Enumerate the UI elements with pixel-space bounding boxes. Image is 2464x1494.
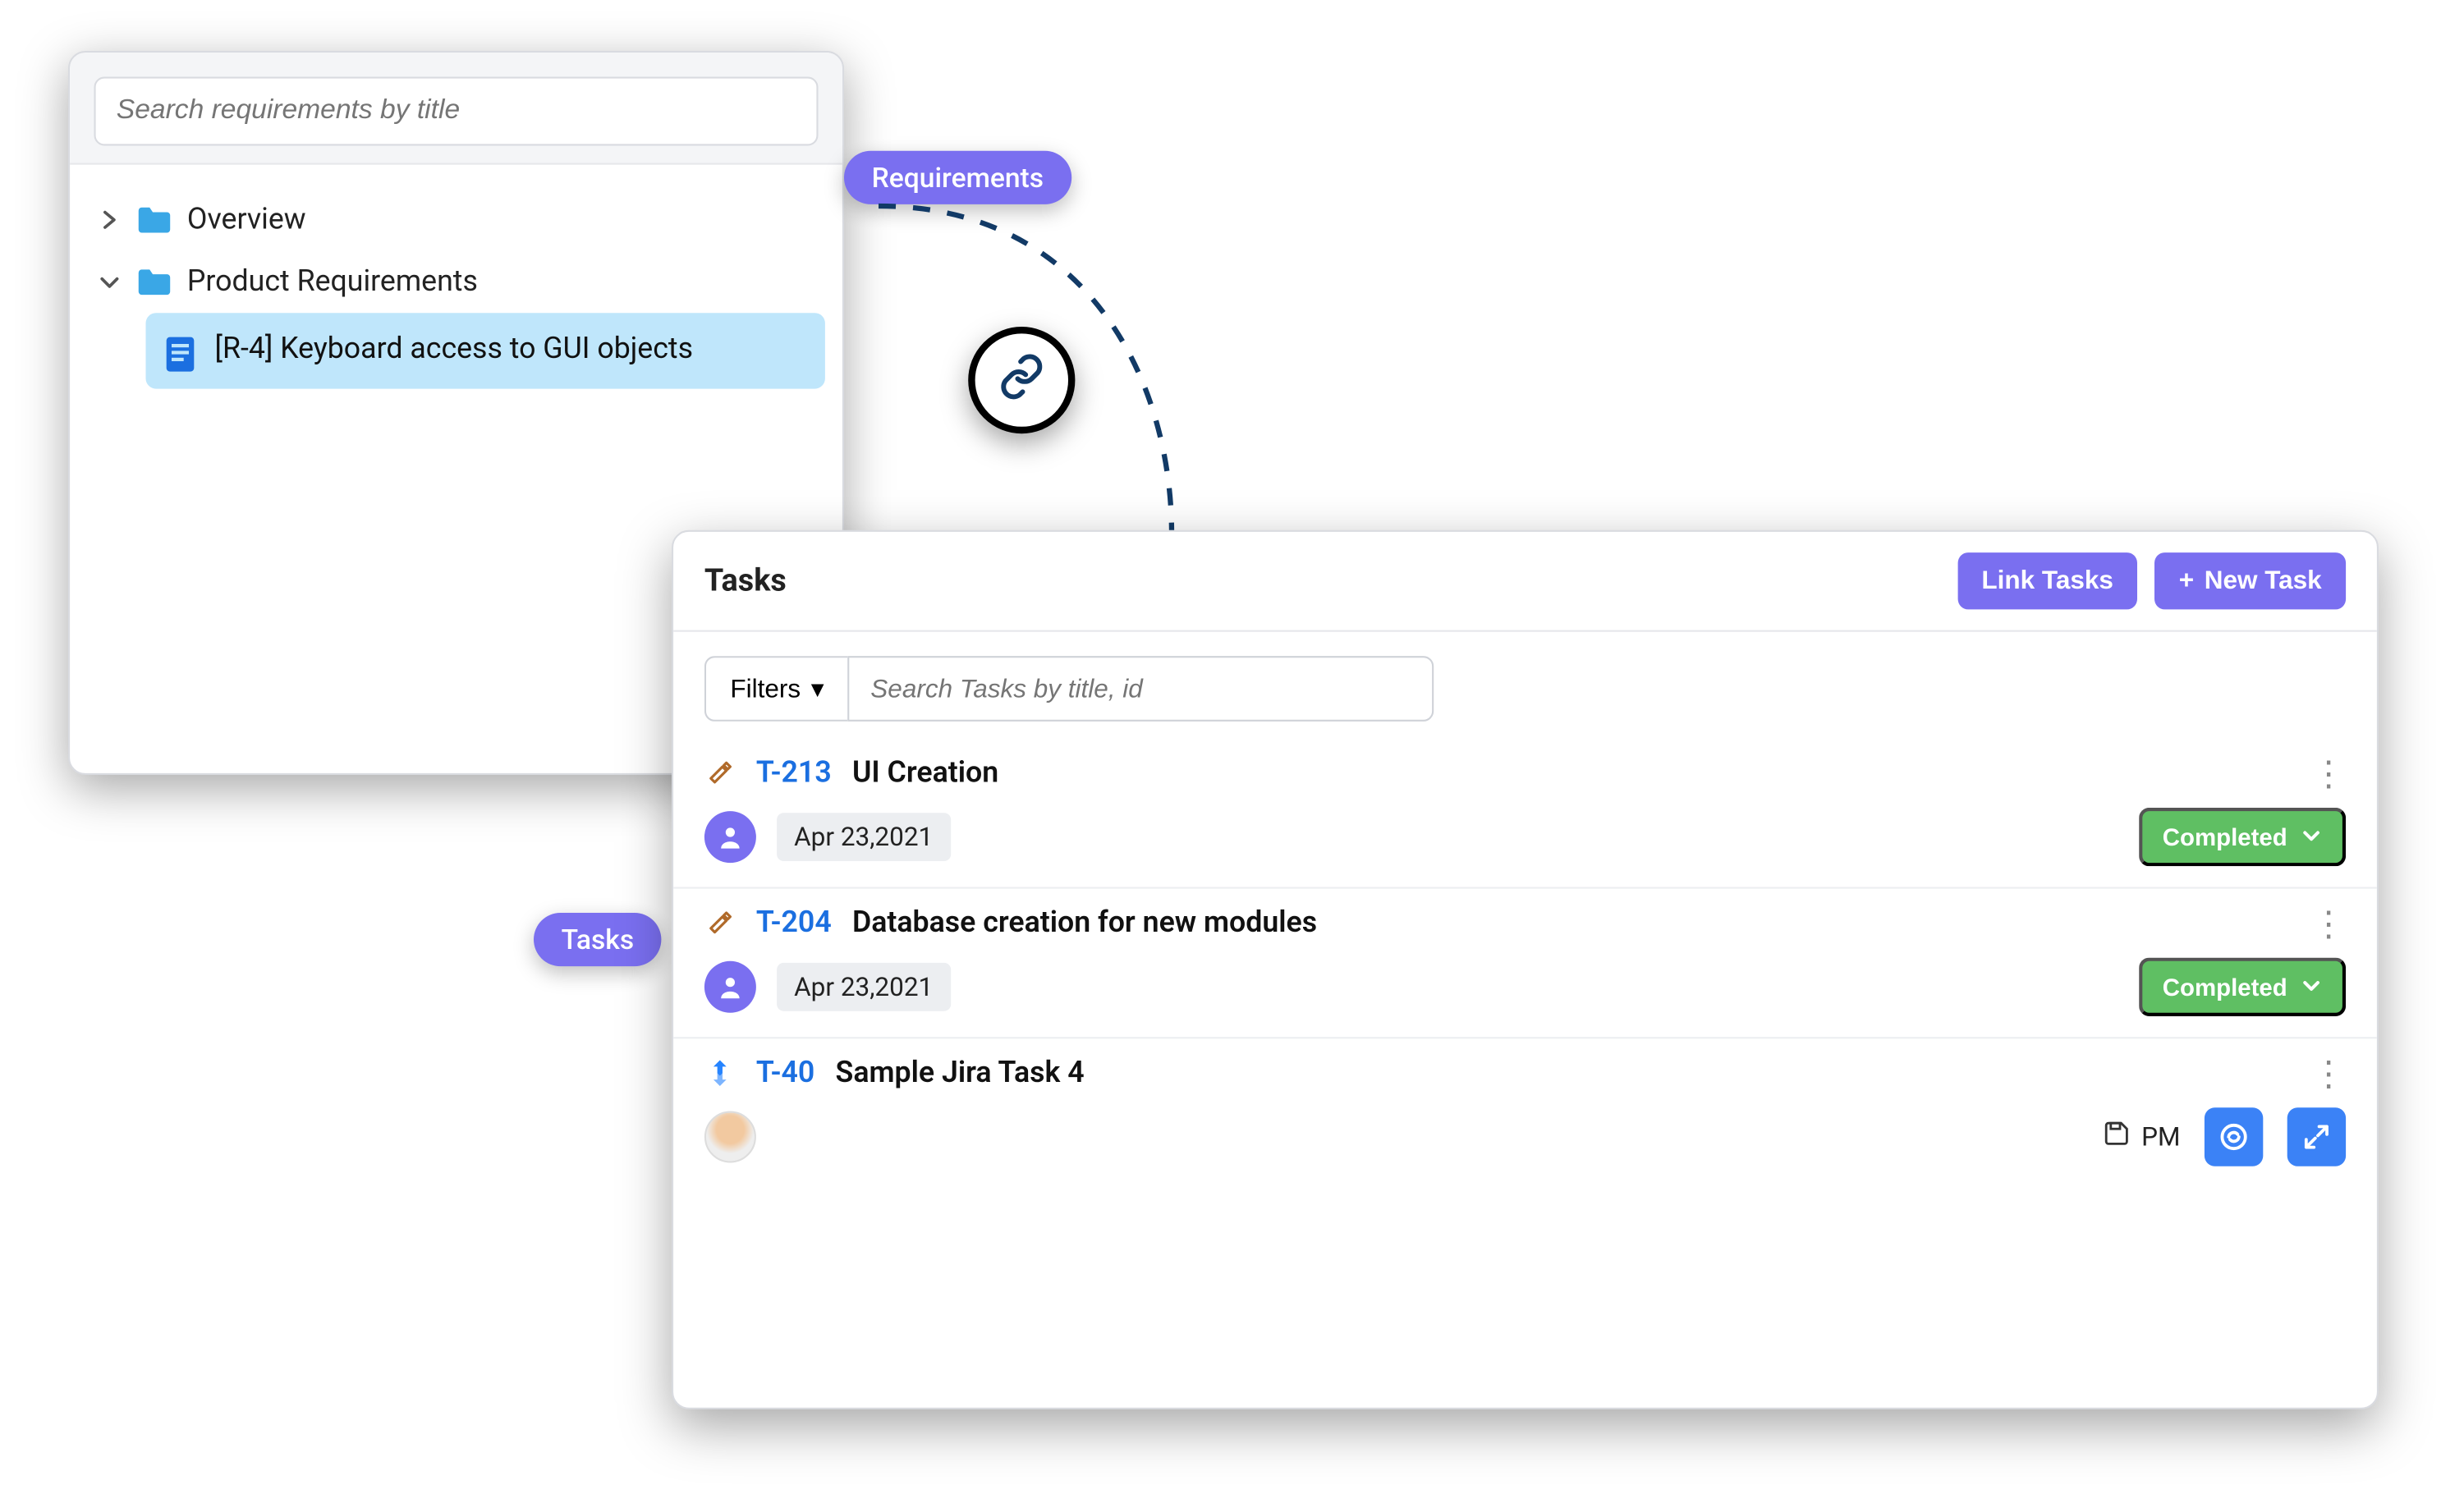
- requirement-item-label: [R-4] Keyboard access to GUI objects: [215, 330, 694, 369]
- kebab-menu-icon[interactable]: ⋮: [2311, 756, 2346, 791]
- task-title: Database creation for new modules: [852, 906, 1317, 941]
- task-item[interactable]: T-40 Sample Jira Task 4 ⋮ PM: [673, 1037, 2377, 1187]
- chevron-right-icon: [98, 208, 122, 231]
- status-label: Completed: [2163, 823, 2287, 851]
- tree-item-label: Overview: [187, 203, 306, 237]
- hammer-icon: [704, 758, 736, 789]
- link-icon: [998, 352, 1046, 407]
- task-title: UI Creation: [852, 756, 998, 791]
- assignee-avatar[interactable]: [704, 1111, 756, 1163]
- plus-icon: +: [2179, 566, 2194, 596]
- status-label: Completed: [2163, 974, 2287, 1001]
- requirement-item-selected[interactable]: [R-4] Keyboard access to GUI objects: [146, 313, 825, 388]
- tasks-search-input[interactable]: [848, 656, 1434, 722]
- task-list: T-213 UI Creation ⋮ Apr 23,2021 Complete…: [673, 739, 2377, 1408]
- kebab-menu-icon[interactable]: ⋮: [2311, 906, 2346, 941]
- sync-button[interactable]: [2205, 1107, 2263, 1166]
- kebab-menu-icon[interactable]: ⋮: [2311, 1056, 2346, 1090]
- tree-item-label: Product Requirements: [187, 264, 478, 299]
- new-task-button[interactable]: + New Task: [2154, 552, 2346, 609]
- tasks-toolbar: Filters ▾: [673, 632, 2377, 739]
- pm-label: PM: [2104, 1120, 2181, 1154]
- jira-icon: [704, 1057, 736, 1088]
- due-date-badge: Apr 23,2021: [777, 813, 950, 861]
- document-icon: [163, 333, 197, 371]
- due-date-badge: Apr 23,2021: [777, 963, 950, 1011]
- task-item[interactable]: T-204 Database creation for new modules …: [673, 887, 2377, 1038]
- tasks-title: Tasks: [704, 563, 787, 599]
- status-dropdown[interactable]: Completed: [2138, 808, 2346, 866]
- tree-item-overview[interactable]: Overview: [87, 189, 825, 251]
- pm-text: PM: [2141, 1121, 2180, 1153]
- task-title: Sample Jira Task 4: [836, 1056, 1085, 1090]
- chevron-down-icon: [2301, 974, 2321, 1001]
- hammer-icon: [704, 908, 736, 939]
- assignee-avatar[interactable]: [704, 811, 756, 863]
- filters-label: Filters: [730, 674, 801, 703]
- task-item[interactable]: T-213 UI Creation ⋮ Apr 23,2021 Complete…: [673, 739, 2377, 887]
- task-id[interactable]: T-204: [756, 906, 832, 941]
- chevron-down-icon: [98, 270, 122, 294]
- expand-button[interactable]: [2287, 1107, 2346, 1166]
- task-id[interactable]: T-213: [756, 756, 832, 791]
- folder-icon: [135, 204, 173, 236]
- link-tasks-button[interactable]: Link Tasks: [1957, 552, 2137, 609]
- tasks-header: Tasks Link Tasks + New Task: [673, 532, 2377, 632]
- folder-icon: [135, 267, 173, 298]
- new-task-label: New Task: [2205, 566, 2322, 596]
- requirements-search-input[interactable]: [94, 77, 818, 146]
- assignee-avatar[interactable]: [704, 961, 756, 1013]
- tasks-panel: Tasks Link Tasks + New Task Filters ▾: [672, 530, 2379, 1409]
- save-icon: [2104, 1120, 2131, 1154]
- filters-button[interactable]: Filters ▾: [704, 656, 848, 722]
- chevron-down-icon: [2301, 823, 2321, 851]
- tasks-pill: Tasks: [534, 913, 662, 966]
- link-node: [968, 327, 1075, 433]
- requirements-search-wrap: [70, 53, 842, 165]
- tree-item-product-requirements[interactable]: Product Requirements: [87, 251, 825, 314]
- requirements-tree: Overview Product Requirements [R-4] Keyb…: [70, 165, 842, 413]
- task-id[interactable]: T-40: [756, 1056, 814, 1090]
- status-dropdown[interactable]: Completed: [2138, 958, 2346, 1016]
- caret-down-icon: ▾: [811, 673, 824, 704]
- tasks-actions: Link Tasks + New Task: [1957, 552, 2346, 609]
